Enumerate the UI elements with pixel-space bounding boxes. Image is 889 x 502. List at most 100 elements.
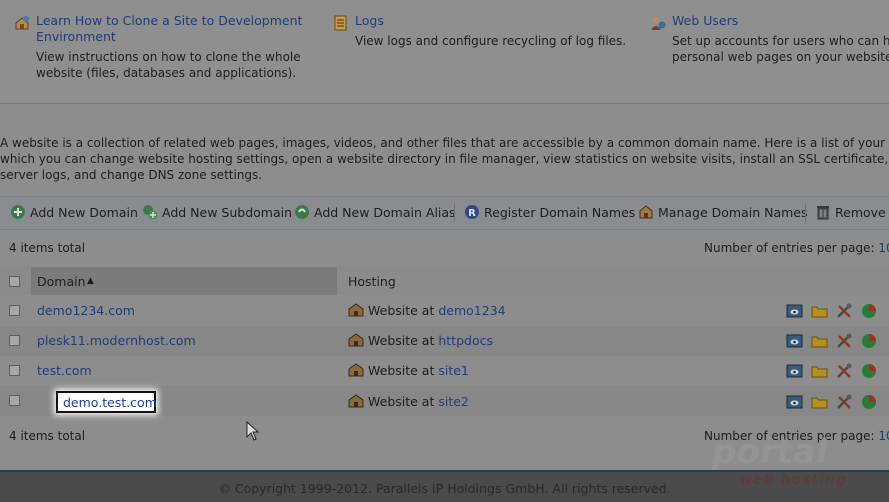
toolbar-separator-2 xyxy=(805,204,806,222)
feature-logs-title[interactable]: Logs xyxy=(355,13,384,29)
feature-clone-title[interactable]: Learn How to Clone a Site to Development xyxy=(36,13,302,29)
feature-clone-desc-2: website (files, databases and applicatio… xyxy=(36,66,297,80)
entries-per-page-label: Number of entries per page: xyxy=(704,241,875,255)
feature-web-users-desc: Set up accounts for users who can ho xyxy=(672,34,889,48)
website-icon xyxy=(348,303,364,317)
website-icon xyxy=(348,333,364,347)
features-panel: Learn How to Clone a Site to Development… xyxy=(0,0,889,103)
trash-icon xyxy=(817,206,829,220)
feature-clone-title-2[interactable]: Environment xyxy=(36,29,116,45)
table-row: plesk11.modernhost.com Website at httpdo… xyxy=(0,326,889,356)
tools-icon[interactable] xyxy=(836,303,853,319)
add-new-domain-label: Add New Domain xyxy=(30,205,138,220)
manage-domain-names-button[interactable]: Manage Domain Names xyxy=(638,204,808,222)
tools-icon[interactable] xyxy=(836,394,853,410)
entries-per-page-top: Number of entries per page: 10 xyxy=(704,241,889,255)
watermark-logo: portal web hosting xyxy=(712,432,862,492)
watermark-portal: portal xyxy=(712,432,828,472)
feature-web-users-desc-2: personal web pages on your websites xyxy=(672,50,889,64)
feature-web-users-title[interactable]: Web Users xyxy=(672,13,738,29)
domain-link[interactable]: plesk11.modernhost.com xyxy=(37,333,196,348)
register-domain-names-button[interactable]: R Register Domain Names xyxy=(464,204,635,222)
hosting-prefix: Website at xyxy=(368,363,435,378)
logs-icon xyxy=(334,15,347,31)
row-checkbox[interactable] xyxy=(9,335,20,346)
add-subdomain-icon xyxy=(143,205,158,220)
feature-logs-desc: View logs and configure recycling of log… xyxy=(355,34,627,48)
row-actions xyxy=(786,333,886,349)
highlighted-domain-link[interactable]: demo.test.com xyxy=(56,391,157,413)
remove-button[interactable]: Remove xyxy=(815,204,886,222)
preview-icon[interactable] xyxy=(786,394,803,410)
websites-intro: A website is a collection of related web… xyxy=(0,135,889,183)
manage-domain-names-label: Manage Domain Names xyxy=(658,205,808,220)
row-actions xyxy=(786,303,886,319)
website-icon xyxy=(348,394,364,408)
column-hosting-label: Hosting xyxy=(348,274,396,289)
statistics-icon[interactable] xyxy=(861,303,878,319)
column-domain-label: Domain xyxy=(37,274,86,289)
hosting-cell: Website at site1 xyxy=(348,363,469,378)
register-icon: R xyxy=(465,205,479,219)
hosting-link[interactable]: demo1234 xyxy=(438,303,505,318)
items-total-bottom: 4 items total xyxy=(9,429,86,443)
add-new-domain-alias-label: Add New Domain Alias xyxy=(314,205,456,220)
table-row: test.com Website at site1 xyxy=(0,356,889,386)
entries-per-page-value[interactable]: 10 xyxy=(878,429,889,443)
web-users-icon xyxy=(651,17,666,30)
statistics-icon[interactable] xyxy=(861,363,878,379)
intro-line-1: A website is a collection of related web… xyxy=(0,136,889,150)
sort-ascending-icon: ▲ xyxy=(87,276,94,286)
table-header: Domain ▲ Hosting xyxy=(0,267,889,295)
column-domain[interactable]: Domain ▲ xyxy=(31,267,337,295)
domain-link[interactable]: test.com xyxy=(37,363,92,378)
entries-per-page-value[interactable]: 10 xyxy=(878,241,889,255)
toolbar-separator xyxy=(454,204,455,222)
row-checkbox[interactable] xyxy=(9,395,20,406)
hosting-link[interactable]: site2 xyxy=(438,394,469,409)
select-all-checkbox[interactable] xyxy=(9,276,20,287)
hosting-cell: Website at httpdocs xyxy=(348,333,493,348)
preview-icon[interactable] xyxy=(786,363,803,379)
tools-icon[interactable] xyxy=(836,333,853,349)
folder-icon[interactable] xyxy=(811,363,828,379)
domain-link[interactable]: demo1234.com xyxy=(37,303,135,318)
svg-text:R: R xyxy=(468,208,476,219)
highlighted-domain-text: demo.test.com xyxy=(63,395,157,410)
remove-label: Remove xyxy=(835,205,886,220)
row-actions xyxy=(786,394,886,410)
website-icon xyxy=(348,363,364,377)
add-new-subdomain-button[interactable]: Add New Subdomain xyxy=(142,204,292,222)
row-checkbox[interactable] xyxy=(9,305,20,316)
add-new-domain-button[interactable]: Add New Domain xyxy=(10,204,138,222)
row-checkbox[interactable] xyxy=(9,365,20,376)
clone-site-icon xyxy=(15,16,29,30)
folder-icon[interactable] xyxy=(811,333,828,349)
tools-icon[interactable] xyxy=(836,363,853,379)
hosting-cell: Website at site2 xyxy=(348,394,469,409)
intro-line-2: which you can change website hosting set… xyxy=(0,152,889,166)
feature-clone-desc: View instructions on how to clone the wh… xyxy=(36,50,301,64)
statistics-icon[interactable] xyxy=(861,333,878,349)
add-domain-icon xyxy=(11,205,25,219)
intro-line-3: server logs, and change DNS zone setting… xyxy=(0,168,263,182)
statistics-icon[interactable] xyxy=(861,394,878,410)
items-total-top: 4 items total xyxy=(9,241,86,255)
divider xyxy=(0,103,889,104)
watermark-web-hosting: web hosting xyxy=(740,472,848,488)
domains-toolbar: Add New Domain Add New Subdomain Add New… xyxy=(0,196,889,230)
folder-icon[interactable] xyxy=(811,303,828,319)
hosting-cell: Website at demo1234 xyxy=(348,303,506,318)
row-actions xyxy=(786,363,886,379)
hosting-link[interactable]: site1 xyxy=(438,363,469,378)
folder-icon[interactable] xyxy=(811,394,828,410)
preview-icon[interactable] xyxy=(786,333,803,349)
add-alias-icon xyxy=(295,205,309,219)
add-new-domain-alias-button[interactable]: Add New Domain Alias xyxy=(294,204,456,222)
hosting-prefix: Website at xyxy=(368,303,435,318)
preview-icon[interactable] xyxy=(786,303,803,319)
hosting-link[interactable]: httpdocs xyxy=(438,333,493,348)
table-row: demo1234.com Website at demo1234 xyxy=(0,296,889,326)
hosting-prefix: Website at xyxy=(368,333,435,348)
mouse-cursor-icon xyxy=(246,421,260,441)
